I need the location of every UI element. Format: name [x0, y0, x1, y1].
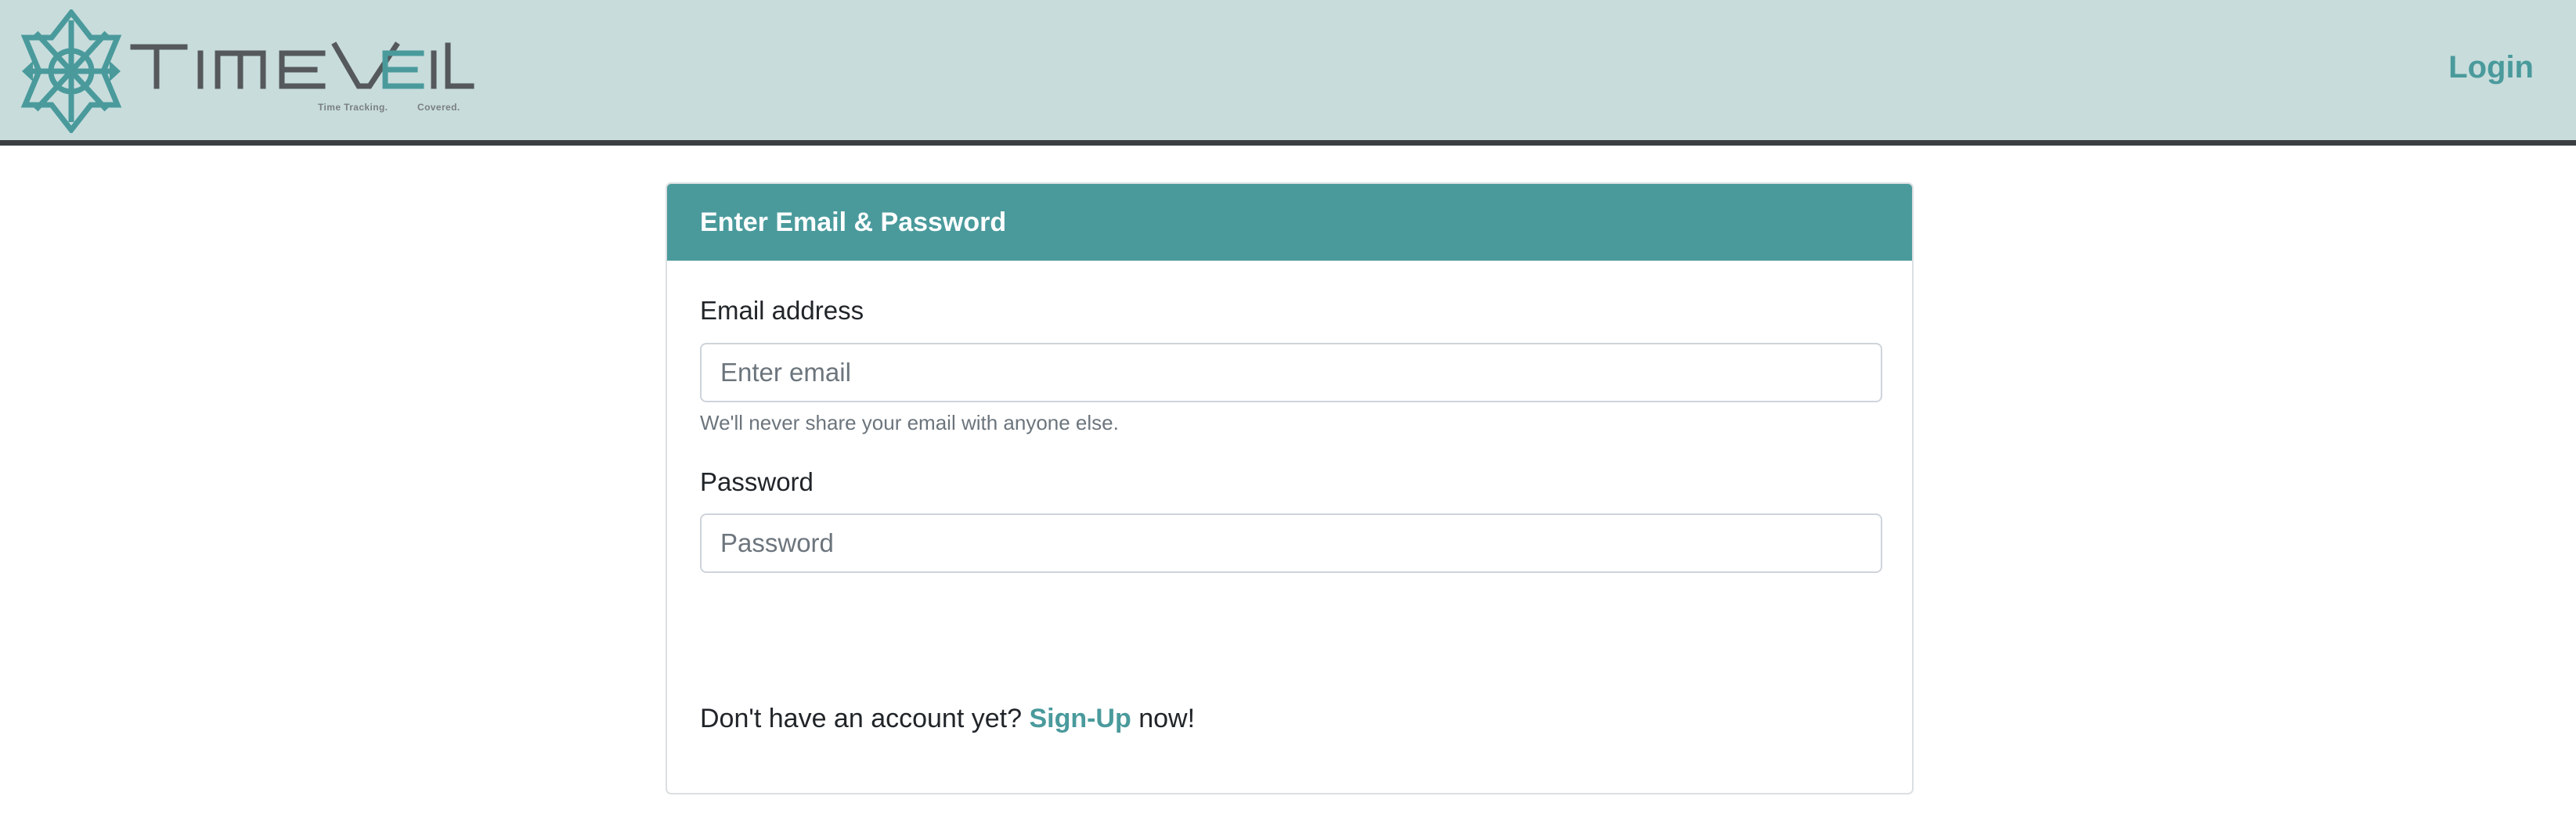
- password-label: Password: [700, 467, 814, 496]
- login-nav-link[interactable]: Login: [2448, 50, 2534, 85]
- signup-link[interactable]: Sign-Up: [1029, 704, 1131, 733]
- password-input[interactable]: [700, 513, 1882, 573]
- email-input[interactable]: [700, 343, 1882, 402]
- signup-suffix: now!: [1138, 704, 1196, 733]
- tagline-part2: Covered.: [417, 102, 460, 113]
- brand-wordmark: [130, 41, 474, 89]
- email-help-text: We'll never share your email with anyone…: [700, 411, 1119, 434]
- email-label: Email address: [700, 296, 864, 325]
- tagline-part1: Time Tracking.: [318, 102, 388, 113]
- signup-prefix: Don't have an account yet?: [700, 704, 1022, 733]
- top-navbar: Time Tracking. Covered. Login: [0, 0, 2576, 146]
- login-card: Enter Email & Password Email address We'…: [666, 182, 1914, 794]
- logo-icon: [20, 9, 122, 133]
- card-title: Enter Email & Password: [667, 184, 1912, 261]
- signup-prompt: Don't have an account yet? Sign-Up now!: [700, 704, 1195, 734]
